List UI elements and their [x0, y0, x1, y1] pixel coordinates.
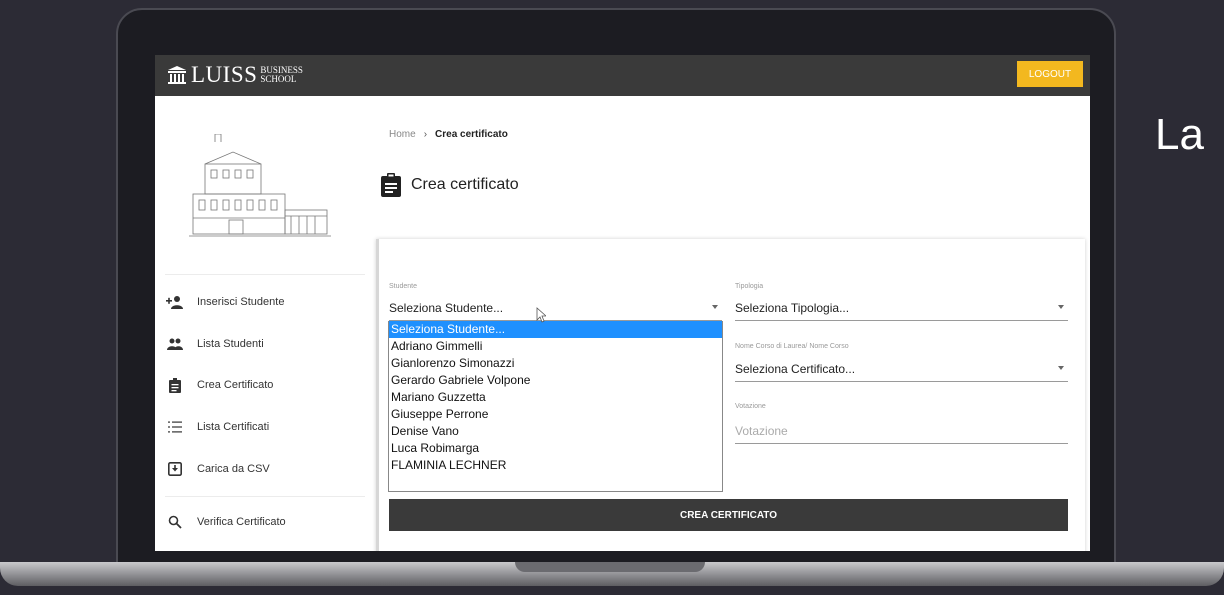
- clipboard-icon: [381, 173, 401, 197]
- temple-icon: [168, 66, 186, 84]
- dropdown-option[interactable]: Mariano Guzzetta: [389, 389, 722, 406]
- luiss-logo[interactable]: LUISS BUSINESS SCHOOL: [167, 62, 303, 88]
- dropdown-option[interactable]: Giuseppe Perrone: [389, 406, 722, 423]
- page-title: Crea certificato: [381, 173, 519, 197]
- sidebar-divider: [165, 496, 365, 497]
- course-select-value: Seleziona Certificato...: [735, 362, 856, 376]
- chevron-down-icon: [712, 305, 718, 309]
- building-illustration: [189, 134, 331, 237]
- typology-select[interactable]: Seleziona Tipologia...: [735, 298, 1068, 321]
- upload-icon: [165, 461, 185, 477]
- course-select[interactable]: Seleziona Certificato...: [735, 359, 1068, 382]
- sidebar-item-label: Carica da CSV: [197, 463, 270, 475]
- grade-label: Votazione: [735, 403, 766, 410]
- breadcrumb-separator: ›: [423, 129, 428, 140]
- dropdown-option[interactable]: Gianlorenzo Simonazzi: [389, 355, 722, 372]
- dropdown-option[interactable]: FLAMINIA LECHNER: [389, 457, 722, 474]
- grade-input[interactable]: Votazione: [735, 421, 1068, 444]
- dropdown-option[interactable]: Adriano Gimmelli: [389, 338, 722, 355]
- app-header: LUISS BUSINESS SCHOOL LOGOUT: [155, 55, 1090, 96]
- sidebar-item-lista-certificati[interactable]: Lista Certificati: [165, 415, 269, 439]
- users-icon: [165, 336, 185, 352]
- chevron-down-icon: [1058, 305, 1064, 309]
- dropdown-option[interactable]: Seleziona Studente...: [389, 321, 722, 338]
- side-text: La: [1155, 110, 1204, 159]
- sidebar-divider: [165, 274, 365, 275]
- breadcrumb-current: Crea certificato: [435, 129, 508, 140]
- sidebar-item-label: Lista Studenti: [197, 338, 264, 350]
- app-screen: LUISS BUSINESS SCHOOL LOGOUT Inserisci S…: [155, 55, 1090, 551]
- list-icon: [165, 419, 185, 435]
- sidebar-item-carica-da-csv[interactable]: Carica da CSV: [165, 457, 270, 481]
- typology-select-value: Seleziona Tipologia...: [735, 301, 850, 315]
- sidebar-item-crea-certificato[interactable]: Crea Certificato: [165, 373, 273, 397]
- dropdown-option[interactable]: Gerardo Gabriele Volpone: [389, 372, 722, 389]
- laptop-notch: [515, 562, 705, 572]
- sidebar: Inserisci Studente Lista Studenti Crea C…: [155, 96, 379, 551]
- logo-subtext: BUSINESS SCHOOL: [260, 66, 303, 84]
- dropdown-option[interactable]: Denise Vano: [389, 423, 722, 440]
- sidebar-item-label: Lista Certificati: [197, 421, 270, 433]
- sidebar-item-label: Verifica Certificato: [197, 516, 286, 528]
- sidebar-item-label: Crea Certificato: [197, 379, 274, 391]
- student-select-value: Seleziona Studente...: [389, 301, 504, 315]
- student-dropdown-list: Seleziona Studente... Adriano Gimmelli G…: [388, 321, 723, 492]
- search-icon: [165, 514, 185, 530]
- page-title-text: Crea certificato: [411, 176, 519, 193]
- mouse-cursor-icon: [536, 307, 546, 323]
- breadcrumb: Home › Crea certificato: [389, 129, 508, 140]
- course-label: Nome Corso di Laurea/ Nome Corso: [735, 343, 849, 350]
- sidebar-item-label: Inserisci Studente: [197, 296, 285, 308]
- student-select[interactable]: Seleziona Studente...: [389, 298, 722, 321]
- student-label: Studente: [389, 283, 418, 290]
- create-certificate-button[interactable]: CREA CERTIFICATO: [389, 499, 1068, 531]
- sidebar-item-lista-studenti[interactable]: Lista Studenti: [165, 332, 264, 356]
- logo-text: LUISS: [191, 62, 258, 87]
- breadcrumb-home[interactable]: Home: [389, 129, 416, 140]
- dropdown-option[interactable]: Luca Robimarga: [389, 440, 722, 457]
- add-user-icon: [165, 294, 185, 310]
- logout-button[interactable]: LOGOUT: [1017, 61, 1083, 87]
- typology-label: Tipologia: [735, 283, 764, 290]
- clipboard-icon: [165, 377, 185, 393]
- chevron-down-icon: [1058, 366, 1064, 370]
- logo-sub-line-2: SCHOOL: [260, 74, 297, 84]
- sidebar-item-inserisci-studente[interactable]: Inserisci Studente: [165, 290, 284, 314]
- grade-input-placeholder: Votazione: [735, 424, 788, 438]
- sidebar-item-verifica-certificato[interactable]: Verifica Certificato: [165, 510, 286, 534]
